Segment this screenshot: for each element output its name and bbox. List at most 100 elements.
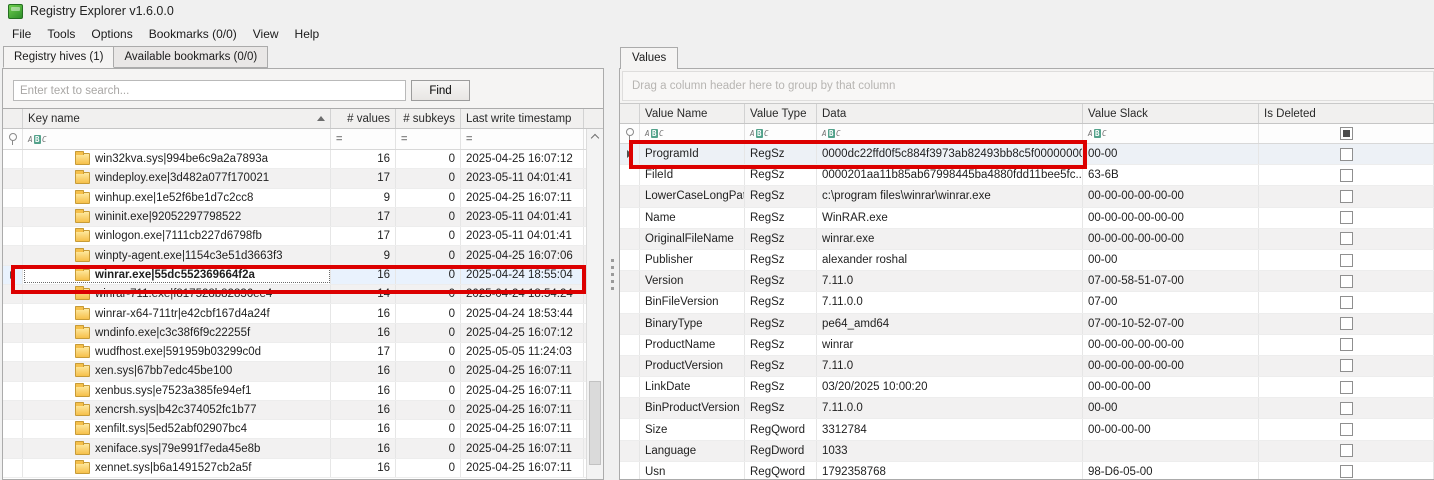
row-indicator bbox=[620, 186, 640, 206]
value-row[interactable]: ProductNameRegSzwinrar00-00-00-00-00-00 bbox=[620, 335, 1434, 356]
value-row[interactable]: OriginalFileNameRegSzwinrar.exe00-00-00-… bbox=[620, 229, 1434, 250]
is-deleted-checkbox[interactable] bbox=[1340, 275, 1353, 288]
scrollbar-thumb[interactable] bbox=[589, 381, 601, 465]
filter-values[interactable]: = bbox=[331, 129, 396, 149]
menu-item-options[interactable]: Options bbox=[83, 24, 140, 44]
filter-key-name[interactable]: ABC bbox=[23, 129, 331, 149]
tab-values[interactable]: Values bbox=[620, 47, 678, 69]
value-row[interactable]: FileIdRegSz0000201aa11b85ab67998445ba488… bbox=[620, 165, 1434, 186]
search-input[interactable] bbox=[13, 80, 406, 101]
key-name-label: winrar.exe|55dc552369664f2a bbox=[95, 269, 255, 281]
row-indicator bbox=[620, 229, 640, 249]
filter-pin-icon bbox=[625, 128, 634, 140]
key-row[interactable]: wininit.exe|920522977985221702023-05-11 … bbox=[3, 208, 603, 227]
key-row[interactable]: wudfhost.exe|591959b03299c0d1702025-05-0… bbox=[3, 343, 603, 362]
last-write-cell: 2025-04-25 16:07:12 bbox=[461, 324, 584, 342]
value-row[interactable]: ProductVersionRegSz7.11.000-00-00-00-00-… bbox=[620, 356, 1434, 377]
filter-is-deleted[interactable] bbox=[1259, 124, 1434, 143]
menu-item-help[interactable]: Help bbox=[287, 24, 328, 44]
value-row[interactable]: BinFileVersionRegSz7.11.0.007-00 bbox=[620, 292, 1434, 313]
value-row[interactable]: LowerCaseLongPathRegSzc:\program files\w… bbox=[620, 186, 1434, 207]
is-deleted-cell bbox=[1259, 165, 1434, 185]
key-name-label: winrar-711.exe|f817528b82836ee4 bbox=[95, 288, 272, 300]
is-deleted-checkbox[interactable] bbox=[1340, 254, 1353, 267]
is-deleted-checkbox[interactable] bbox=[1340, 317, 1353, 330]
filter-last-write[interactable]: = bbox=[461, 129, 584, 149]
key-row[interactable]: xennet.sys|b6a1491527cb2a5f1602025-04-25… bbox=[3, 459, 603, 478]
value-row[interactable]: SizeRegQword331278400-00-00-00 bbox=[620, 419, 1434, 440]
key-row[interactable]: winpty-agent.exe|1154c3e51d3663f3902025-… bbox=[3, 246, 603, 265]
pane-splitter[interactable] bbox=[606, 68, 619, 480]
menu-item-view[interactable]: View bbox=[245, 24, 287, 44]
key-row[interactable]: winrar-x64-711tr|e42cbf167d4a24f1602025-… bbox=[3, 304, 603, 323]
filter-value-name[interactable]: ABC bbox=[640, 124, 745, 143]
key-name-label: winpty-agent.exe|1154c3e51d3663f3 bbox=[95, 250, 283, 262]
is-deleted-checkbox[interactable] bbox=[1340, 444, 1353, 457]
filter-value-slack[interactable]: ABC bbox=[1083, 124, 1259, 143]
column-header-data[interactable]: Data bbox=[817, 104, 1083, 123]
is-deleted-checkbox[interactable] bbox=[1340, 232, 1353, 245]
value-row[interactable]: BinProductVersionRegSz7.11.0.000-00 bbox=[620, 398, 1434, 419]
group-by-panel[interactable]: Drag a column header here to group by th… bbox=[622, 71, 1434, 101]
is-deleted-checkbox[interactable] bbox=[1340, 465, 1353, 478]
key-row[interactable]: windeploy.exe|3d482a077f1700211702023-05… bbox=[3, 169, 603, 188]
filter-subkeys[interactable]: = bbox=[396, 129, 461, 149]
is-deleted-checkbox[interactable] bbox=[1340, 190, 1353, 203]
key-row[interactable]: xenfilt.sys|5ed52abf02907bc41602025-04-2… bbox=[3, 420, 603, 439]
tab-registry-hives[interactable]: Registry hives (1) bbox=[3, 46, 114, 68]
value-row[interactable]: VersionRegSz7.11.007-00-58-51-07-00 bbox=[620, 271, 1434, 292]
title-bar: Registry Explorer v1.6.0.0 bbox=[0, 0, 1434, 22]
vertical-scrollbar[interactable] bbox=[586, 129, 603, 479]
value-data-cell: alexander roshal bbox=[817, 250, 1083, 270]
column-header-subkeys[interactable]: # subkeys bbox=[396, 109, 461, 128]
value-row[interactable]: BinaryTypeRegSzpe64_amd6407-00-10-52-07-… bbox=[620, 314, 1434, 335]
key-row[interactable]: xenbus.sys|e7523a385fe94ef11602025-04-25… bbox=[3, 382, 603, 401]
key-row[interactable]: winhup.exe|1e52f6be1d7c2cc8902025-04-25 … bbox=[3, 189, 603, 208]
values-count-cell: 16 bbox=[331, 362, 396, 380]
column-header-values[interactable]: # values bbox=[331, 109, 396, 128]
column-header-value-name[interactable]: Value Name bbox=[640, 104, 745, 123]
value-row[interactable]: UsnRegQword179235876898-D6-05-00 bbox=[620, 462, 1434, 479]
key-row[interactable]: xeniface.sys|79e991f7eda45e8b1602025-04-… bbox=[3, 439, 603, 458]
value-name-cell: ProductVersion bbox=[640, 356, 745, 376]
key-row[interactable]: winrar-711.exe|f817528b82836ee41402025-0… bbox=[3, 285, 603, 304]
menu-item-bookmarks[interactable]: Bookmarks (0/0) bbox=[141, 24, 245, 44]
is-deleted-checkbox[interactable] bbox=[1340, 169, 1353, 182]
is-deleted-checkbox[interactable] bbox=[1340, 381, 1353, 394]
column-header-key-name[interactable]: Key name bbox=[23, 109, 331, 128]
key-row[interactable]: win32kva.sys|994be6c9a2a7893a1602025-04-… bbox=[3, 150, 603, 169]
is-deleted-checkbox[interactable] bbox=[1340, 423, 1353, 436]
is-deleted-checkbox[interactable] bbox=[1340, 338, 1353, 351]
key-row[interactable]: winlogon.exe|7111cb227d6798fb1702023-05-… bbox=[3, 227, 603, 246]
is-deleted-cell bbox=[1259, 419, 1434, 439]
checkbox-indeterminate[interactable] bbox=[1340, 127, 1353, 140]
value-row[interactable]: ProgramIdRegSz0000dc22ffd0f5c884f3973ab8… bbox=[620, 144, 1434, 165]
is-deleted-checkbox[interactable] bbox=[1340, 148, 1353, 161]
filter-value-type[interactable]: ABC bbox=[745, 124, 817, 143]
menu-item-tools[interactable]: Tools bbox=[39, 24, 83, 44]
value-row[interactable]: NameRegSzWinRAR.exe00-00-00-00-00-00 bbox=[620, 208, 1434, 229]
menu-item-file[interactable]: File bbox=[4, 24, 39, 44]
is-deleted-checkbox[interactable] bbox=[1340, 402, 1353, 415]
key-row[interactable]: xencrsh.sys|b42c374052fc1b771602025-04-2… bbox=[3, 401, 603, 420]
key-row[interactable]: winrar.exe|55dc552369664f2a1602025-04-24… bbox=[3, 266, 603, 285]
key-row[interactable]: xen.sys|67bb7edc45be1001602025-04-25 16:… bbox=[3, 362, 603, 381]
value-slack-cell: 07-00-58-51-07-00 bbox=[1083, 271, 1259, 291]
value-row[interactable]: PublisherRegSzalexander roshal00-00 bbox=[620, 250, 1434, 271]
value-row[interactable]: LanguageRegDword1033 bbox=[620, 441, 1434, 462]
tab-available-bookmarks[interactable]: Available bookmarks (0/0) bbox=[113, 46, 268, 68]
column-header-value-type[interactable]: Value Type bbox=[745, 104, 817, 123]
row-indicator bbox=[3, 227, 23, 245]
value-row[interactable]: LinkDateRegSz03/20/2025 10:00:2000-00-00… bbox=[620, 377, 1434, 398]
column-header-last-write[interactable]: Last write timestamp bbox=[461, 109, 584, 128]
column-header-value-slack[interactable]: Value Slack bbox=[1083, 104, 1259, 123]
value-name-cell: Language bbox=[640, 441, 745, 461]
is-deleted-checkbox[interactable] bbox=[1340, 296, 1353, 309]
key-row[interactable]: wndinfo.exe|c3c38f6f9c22255f1602025-04-2… bbox=[3, 324, 603, 343]
column-header-is-deleted[interactable]: Is Deleted bbox=[1259, 104, 1434, 123]
find-button[interactable]: Find bbox=[411, 80, 470, 101]
is-deleted-checkbox[interactable] bbox=[1340, 359, 1353, 372]
is-deleted-checkbox[interactable] bbox=[1340, 211, 1353, 224]
filter-data[interactable]: ABC bbox=[817, 124, 1083, 143]
value-name-cell: Size bbox=[640, 419, 745, 439]
